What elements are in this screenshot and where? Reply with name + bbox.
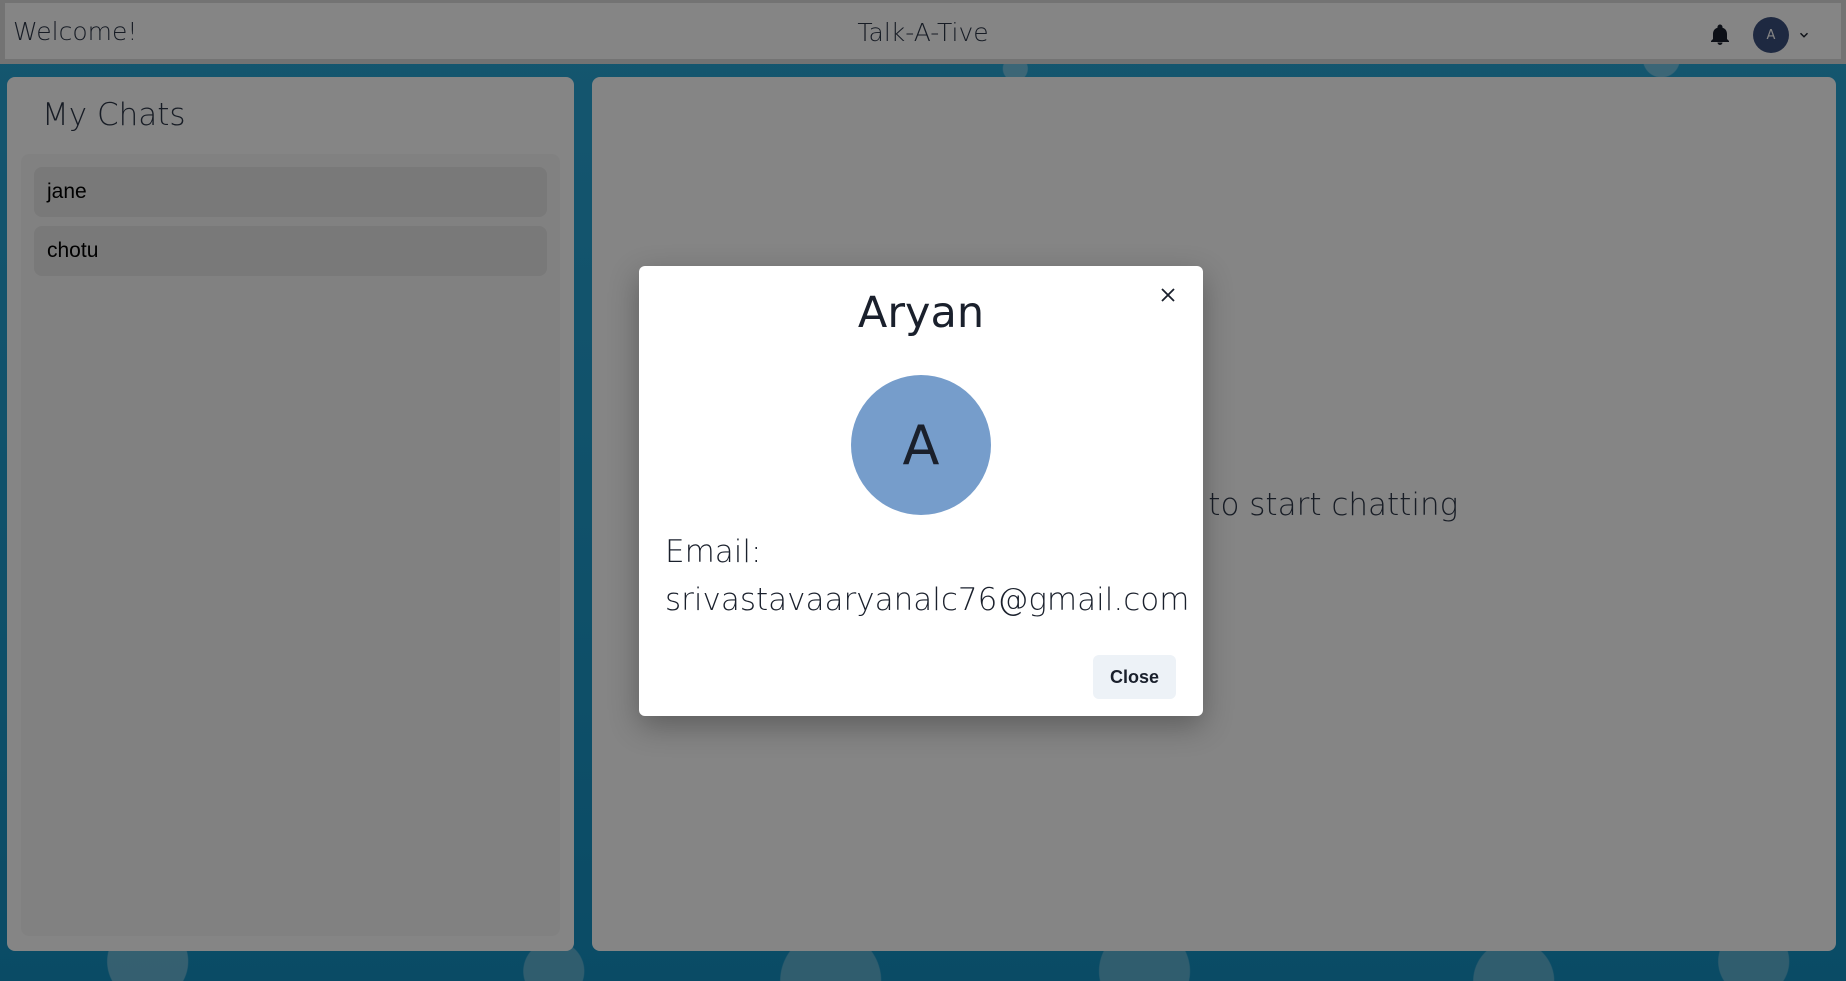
email-value: srivastavaaryanalc76@gmail.com xyxy=(665,582,1190,618)
close-button[interactable]: Close xyxy=(1093,655,1176,699)
profile-avatar: A xyxy=(851,375,991,515)
profile-modal: Aryan A Email: srivastavaaryanalc76@gmai… xyxy=(639,266,1203,716)
profile-name: Aryan xyxy=(857,288,985,338)
email-label: Email: xyxy=(665,534,762,570)
